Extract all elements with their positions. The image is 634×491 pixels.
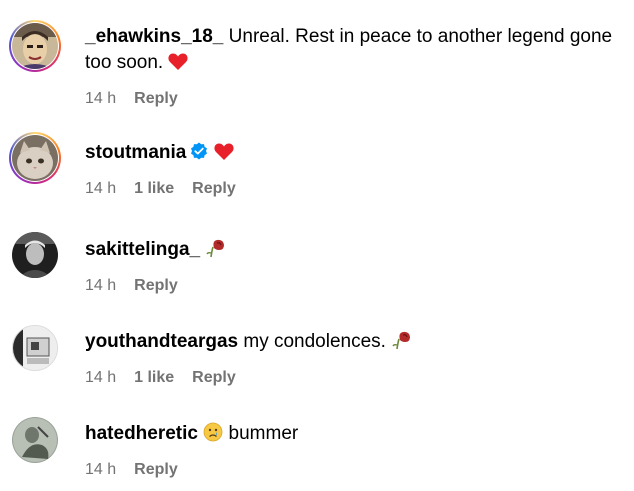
comment-time[interactable]: 14 h [85, 180, 116, 197]
comment-meta: 14 h 1 like Reply [85, 368, 625, 388]
red-heart-icon [168, 52, 189, 79]
wilted-rose-icon [391, 328, 413, 358]
comment-text: _ehawkins_18_ Unreal. Rest in peace to a… [85, 24, 625, 79]
comment-time[interactable]: 14 h [85, 461, 116, 478]
comment-time[interactable]: 14 h [85, 90, 116, 107]
likes-count[interactable]: 1 like [134, 180, 174, 197]
comment-item: sakittelinga_ 14 h Reply [0, 220, 634, 310]
comment-meta: 14 h 1 like Reply [85, 179, 625, 199]
comment-text: youthandteargas my condolences. [85, 328, 625, 358]
reply-button[interactable]: Reply [134, 90, 178, 107]
likes-count[interactable]: 1 like [134, 369, 174, 386]
comment-text: hatedheretic bummer [85, 421, 625, 450]
avatar[interactable] [12, 23, 58, 69]
comment-body: my condolences. [238, 331, 386, 352]
avatar[interactable] [12, 325, 58, 371]
reply-button[interactable]: Reply [134, 277, 178, 294]
comment-username[interactable]: _ehawkins_18_ [85, 26, 223, 47]
comment-item: _ehawkins_18_ Unreal. Rest in peace to a… [0, 14, 634, 114]
avatar[interactable] [12, 417, 58, 463]
comment-meta: 14 h Reply [85, 276, 625, 296]
red-heart-icon [214, 142, 234, 169]
comment-text: stoutmania [85, 140, 625, 169]
comment-meta: 14 h Reply [85, 460, 625, 480]
comment-time[interactable]: 14 h [85, 277, 116, 294]
comment-item: youthandteargas my condolences. 14 h 1 li… [0, 312, 634, 402]
comment-username[interactable]: youthandteargas [85, 331, 238, 352]
verified-badge-icon [190, 142, 208, 168]
crying-face-icon [203, 422, 223, 450]
comment-username[interactable]: sakittelinga_ [85, 239, 200, 260]
reply-button[interactable]: Reply [192, 369, 236, 386]
reply-button[interactable]: Reply [192, 180, 236, 197]
comment-body: bummer [223, 423, 299, 444]
reply-button[interactable]: Reply [134, 461, 178, 478]
story-ring[interactable] [9, 20, 61, 72]
comment-time[interactable]: 14 h [85, 369, 116, 386]
comment-item: stoutmania 14 h 1 like Reply [0, 126, 634, 216]
comment-username[interactable]: hatedheretic [85, 423, 198, 444]
comment-username[interactable]: stoutmania [85, 142, 186, 163]
wilted-rose-icon [205, 236, 227, 266]
story-ring[interactable] [9, 132, 61, 184]
avatar[interactable] [12, 135, 58, 181]
comment-meta: 14 h Reply [85, 89, 625, 109]
avatar[interactable] [12, 232, 58, 278]
comment-item: hatedheretic bummer 14 h Reply [0, 405, 634, 491]
comment-text: sakittelinga_ [85, 236, 625, 266]
